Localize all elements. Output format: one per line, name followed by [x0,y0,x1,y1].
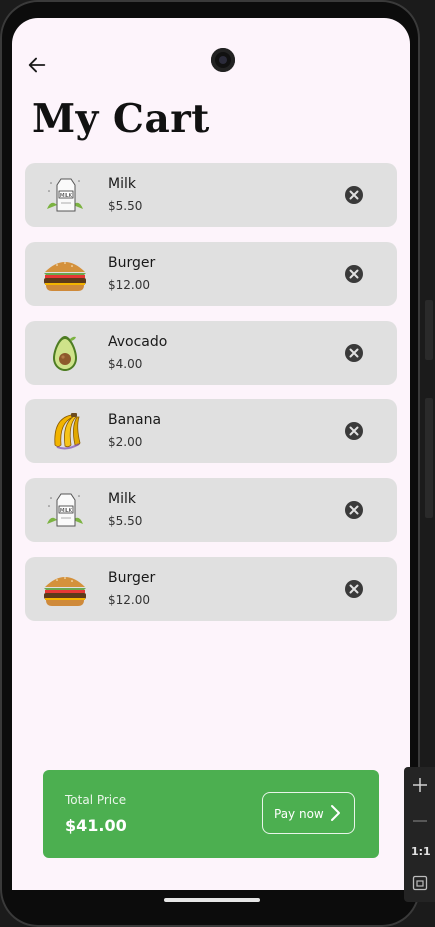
close-circle-icon[interactable] [344,421,364,441]
cart-item: Burger $12.00 [25,556,397,621]
cart-list: MILK Milk $5.50 Burger $12.00 Avocado $4… [25,163,397,636]
total-value: $41.00 [65,816,127,835]
item-price: $4.00 [108,356,143,371]
item-name: Milk [108,491,136,508]
close-circle-icon[interactable] [344,343,364,363]
zoom-reset-button[interactable]: 1:1 [411,845,431,858]
item-price: $12.00 [108,592,150,607]
pay-now-label: Pay now [274,807,324,821]
cart-item: MILK Milk $5.50 [25,478,397,543]
phone-frame: My Cart MILK Milk $5.50 Burger $12.00 Av… [0,0,420,927]
item-name: Banana [108,412,162,429]
banana-image [54,413,81,450]
svg-text:MILK: MILK [60,508,73,514]
svg-text:MILK: MILK [60,193,73,199]
page-title: My Cart [32,96,210,142]
avocado-image [53,335,77,371]
camera-cutout [211,48,235,72]
item-name: Burger [108,569,156,586]
home-indicator[interactable] [164,898,260,902]
milk-image: MILK [47,493,83,527]
burger-image [44,576,86,606]
cart-item: MILK Milk $5.50 [25,163,397,227]
zoom-out-icon[interactable] [412,813,428,829]
chevron-right-icon [331,805,340,821]
item-price: $5.50 [108,199,143,213]
item-name: Milk [108,176,136,192]
total-label: Total Price [65,793,127,807]
close-circle-icon[interactable] [344,185,364,205]
zoom-in-icon[interactable] [412,777,428,793]
close-circle-icon[interactable] [344,264,364,284]
item-price: $5.50 [108,514,143,529]
fit-screen-icon[interactable] [412,875,428,891]
item-price: $12.00 [108,277,150,292]
item-price: $2.00 [108,435,143,450]
volume-button [425,398,433,518]
item-name: Burger [108,254,156,271]
burger-image [44,261,86,291]
arrow-left-icon[interactable] [26,54,48,76]
close-circle-icon[interactable] [344,579,364,599]
cart-item: Banana $2.00 [25,399,397,464]
cart-item: Burger $12.00 [25,241,397,306]
power-button [425,300,433,360]
item-name: Avocado [108,333,168,350]
close-circle-icon[interactable] [344,500,364,520]
app-screen: My Cart MILK Milk $5.50 Burger $12.00 Av… [12,18,410,890]
milk-image: MILK [47,178,83,212]
total-card: Total Price $41.00 Pay now [43,770,379,858]
cart-item: Avocado $4.00 [25,320,397,385]
pay-now-button[interactable]: Pay now [262,792,355,834]
emulator-zoom-panel: 1:1 [404,767,435,902]
